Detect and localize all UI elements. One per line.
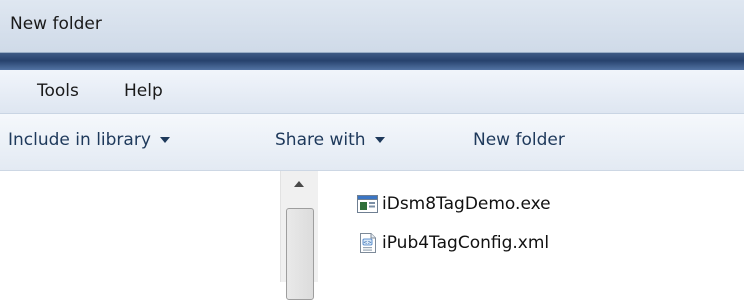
svg-text:<>: <> (363, 240, 371, 246)
title-bar: New folder (0, 0, 744, 53)
menu-help[interactable]: Help (124, 81, 163, 101)
vertical-scrollbar[interactable] (280, 171, 318, 300)
file-item[interactable]: <> iPub4TagConfig.xml (357, 233, 549, 253)
file-pane: iDsm8TagDemo.exe <> iPub4TagConfig.xml (0, 171, 744, 300)
exe-file-icon (357, 195, 378, 213)
file-item[interactable]: iDsm8TagDemo.exe (357, 194, 551, 214)
include-in-library-label: Include in library (8, 130, 151, 150)
command-bar: Include in library Share with New folder (0, 114, 744, 171)
include-in-library-button[interactable]: Include in library (8, 130, 170, 150)
window-title: New folder (10, 14, 102, 34)
scroll-up-button[interactable] (281, 171, 318, 195)
title-accent-bar (0, 53, 744, 70)
menu-tools[interactable]: Tools (37, 81, 79, 101)
new-folder-button[interactable]: New folder (473, 130, 565, 150)
dropdown-arrow-icon (159, 137, 170, 143)
scroll-up-arrow-icon (294, 181, 304, 187)
xml-file-icon: <> (360, 233, 376, 253)
file-name: iDsm8TagDemo.exe (382, 194, 551, 214)
scroll-thumb[interactable] (286, 208, 314, 300)
share-with-label: Share with (275, 130, 366, 150)
dropdown-arrow-icon (374, 137, 385, 143)
file-name: iPub4TagConfig.xml (382, 233, 550, 253)
share-with-button[interactable]: Share with (275, 130, 385, 150)
menu-bar: Tools Help (0, 70, 744, 114)
new-folder-label: New folder (473, 130, 565, 150)
